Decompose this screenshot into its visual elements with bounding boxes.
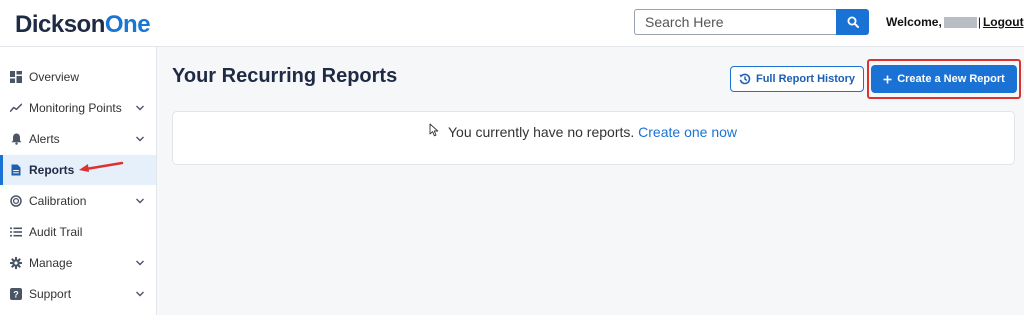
create-new-report-button[interactable]: Create a New Report	[871, 65, 1017, 93]
top-header: DicksonOne Welcome, | Logout	[0, 0, 1024, 47]
page-title: Your Recurring Reports	[172, 65, 398, 87]
chevron-down-icon	[136, 260, 144, 266]
sidebar-item-label: Reports	[29, 163, 75, 177]
sidebar-item-label: Audit Trail	[29, 225, 83, 239]
bell-icon	[10, 133, 22, 145]
logo[interactable]: DicksonOne	[15, 11, 151, 39]
plus-icon	[883, 75, 892, 83]
logo-text-one: One	[104, 11, 151, 38]
sidebar: Overview Monitoring Points Alerts Report…	[0, 47, 157, 315]
search-icon	[847, 16, 859, 28]
search-bar	[634, 9, 869, 35]
empty-state-message: You currently have no reports. Create on…	[448, 124, 737, 140]
chevron-down-icon	[136, 198, 144, 204]
sidebar-item-calibration[interactable]: Calibration	[0, 186, 156, 216]
sidebar-item-label: Support	[29, 287, 72, 301]
sidebar-item-support[interactable]: ? Support	[0, 279, 156, 309]
sidebar-item-monitoring-points[interactable]: Monitoring Points	[0, 93, 156, 123]
chevron-down-icon	[136, 105, 144, 111]
logo-text-dickson: Dickson	[15, 11, 105, 38]
sidebar-item-label: Overview	[29, 70, 80, 84]
history-icon	[739, 73, 751, 85]
sidebar-item-audit-trail[interactable]: Audit Trail	[0, 217, 156, 247]
chevron-down-icon	[136, 291, 144, 297]
document-icon	[10, 164, 22, 176]
target-icon	[10, 195, 22, 207]
chevron-down-icon	[136, 136, 144, 142]
help-icon: ?	[10, 288, 22, 300]
sidebar-item-label: Alerts	[29, 132, 60, 146]
welcome-label: Welcome,	[886, 15, 942, 29]
search-button[interactable]	[836, 9, 869, 35]
red-arrow-annotation	[79, 161, 124, 172]
redacted-username	[943, 16, 977, 28]
sidebar-item-manage[interactable]: Manage	[0, 248, 156, 278]
search-input[interactable]	[634, 9, 836, 35]
svg-text:?: ?	[13, 290, 19, 300]
empty-reports-card: You currently have no reports. Create on…	[172, 111, 1015, 165]
logout-link[interactable]: Logout	[983, 15, 1024, 29]
welcome-area: Welcome, | Logout	[886, 15, 1024, 29]
header-separator: |	[977, 15, 981, 29]
sidebar-item-alerts[interactable]: Alerts	[0, 124, 156, 154]
trend-line-icon	[10, 102, 22, 114]
dashboard-icon	[10, 71, 22, 83]
list-icon	[10, 226, 22, 238]
sidebar-item-label: Calibration	[29, 194, 87, 208]
full-report-history-label: Full Report History	[755, 73, 855, 85]
sidebar-item-label: Manage	[29, 256, 73, 270]
create-new-report-label: Create a New Report	[897, 73, 1005, 85]
sidebar-item-overview[interactable]: Overview	[0, 62, 156, 92]
gear-icon	[10, 257, 22, 269]
sidebar-item-label: Monitoring Points	[29, 101, 122, 115]
create-one-now-link[interactable]: Create one now	[638, 124, 737, 140]
empty-state-text: You currently have no reports.	[448, 124, 635, 140]
mouse-cursor-icon	[429, 123, 439, 137]
full-report-history-button[interactable]: Full Report History	[730, 66, 864, 92]
